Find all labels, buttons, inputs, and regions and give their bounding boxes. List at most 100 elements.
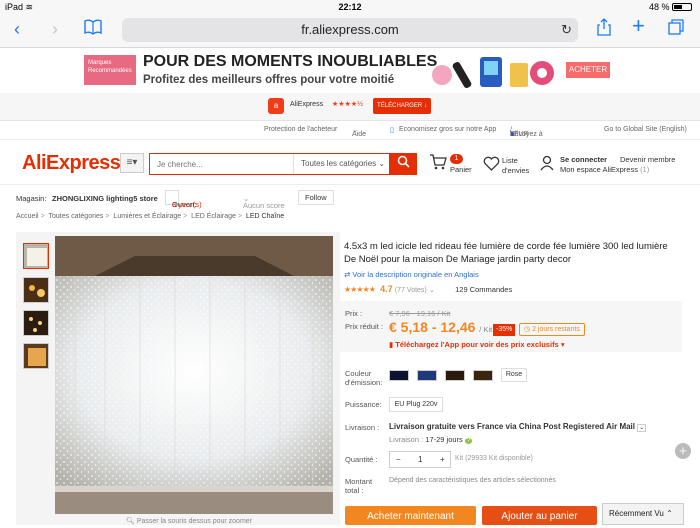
gallery-thumbnail[interactable] — [23, 310, 49, 336]
buy-now-button[interactable]: Acheter maintenant — [345, 506, 476, 525]
promo-banner[interactable]: Marques Recommandées POUR DES MOMENTS IN… — [0, 49, 700, 93]
floating-plus-icon[interactable]: + — [675, 443, 691, 459]
recently-viewed-button[interactable]: Récemment Vu ⌃ — [602, 503, 684, 525]
breadcrumb-item[interactable]: Lumières et Éclairage — [113, 213, 181, 220]
banner-products-image — [432, 57, 554, 89]
browser-toolbar: ‹ › fr.aliexpress.com ↻ + — [0, 14, 700, 48]
banner-buy-button[interactable]: ACHETER — [566, 62, 610, 78]
app-rating-stars: ★★★★½ — [332, 101, 363, 108]
quantity-label: Quantité : — [345, 455, 378, 464]
forward-icon[interactable]: › — [52, 18, 58, 40]
battery-indicator: 48 % — [649, 2, 692, 12]
sale-price-label: Prix réduit : — [345, 322, 383, 331]
clock-icon: ◷ — [524, 326, 531, 333]
ship-to-menu[interactable]: Envoyez à ■ / EUR ⌄ — [510, 126, 543, 138]
quantity-input[interactable]: 1 — [418, 455, 422, 464]
app-name: AliExpress — [290, 101, 324, 108]
breadcrumb: Accueil > Toutes catégories > Lumières et … — [16, 213, 285, 220]
search-box: Toutes les catégories ⌄ — [149, 153, 389, 175]
breadcrumb-item[interactable]: Accueil — [16, 213, 39, 220]
store-name-link[interactable]: ZHONGLIXING lighting5 store — [52, 194, 158, 203]
translate-icon: ⇄ — [344, 270, 351, 279]
rating-votes[interactable]: (77 Votes) — [395, 287, 427, 294]
join-link[interactable]: Devenir membre — [620, 155, 675, 165]
color-option-blue[interactable] — [389, 370, 409, 381]
site-header: AliExpress ≡▾ Toutes les catégories ⌄ 1 … — [0, 139, 700, 185]
reload-icon[interactable]: ↻ — [561, 18, 572, 42]
gallery-thumbnail[interactable] — [23, 243, 49, 269]
status-bar: iPad ≋ 22:12 48 % — [0, 0, 700, 14]
color-option-multi-blue[interactable] — [417, 370, 437, 381]
new-tab-icon[interactable]: + — [632, 15, 645, 37]
product-rating: ★★★★★ 4.7 (77 Votes) ⌄ 129 Commandes — [344, 284, 513, 294]
my-aliexpress-link[interactable]: Mon espace AliExpress (1) — [560, 165, 649, 175]
color-option-rose[interactable]: Rose — [501, 368, 527, 382]
follow-store-button[interactable]: Follow — [298, 190, 334, 205]
breadcrumb-item: LED Chaîne — [245, 213, 285, 220]
aliexpress-app-icon: a — [268, 98, 284, 114]
color-option-warm-dots[interactable] — [473, 370, 493, 381]
top-links-bar: Protection de l'acheteur Aide ⌄ ▯ Econom… — [0, 121, 700, 139]
view-original-description-link[interactable]: ⇄ Voir la description originale en Angla… — [344, 270, 479, 279]
quantity-decrease-button[interactable]: − — [396, 455, 401, 464]
search-input[interactable] — [150, 154, 292, 174]
app-exclusive-price-link[interactable]: ▮ Téléchargez l'App pour voir des prix e… — [389, 340, 565, 349]
power-option-eu-plug[interactable]: EU Plug 220v — [389, 397, 443, 412]
cart-icon[interactable] — [429, 154, 447, 175]
price-label: Prix : — [345, 309, 363, 318]
app-download-button[interactable]: TÉLÉCHARGER ↓ — [373, 98, 431, 114]
total-label: Montant total : — [345, 477, 373, 495]
shipping-label: Livraison : — [345, 423, 380, 432]
phone-icon: ▯ — [390, 127, 394, 134]
power-label: Puissance: — [345, 400, 382, 409]
quantity-increase-button[interactable]: + — [440, 455, 445, 464]
breadcrumb-item[interactable]: Toutes catégories — [49, 213, 104, 220]
app-download-bar: a AliExpress ★★★★½ TÉLÉCHARGER ↓ — [0, 93, 700, 121]
chevron-up-icon: ⌃ — [666, 509, 673, 518]
cart-label[interactable]: Panier — [450, 165, 472, 175]
gallery-thumbnail[interactable] — [23, 343, 49, 369]
store-bar: Magasin: ZHONGLIXING lighting5 store Ouv… — [0, 187, 700, 210]
color-label: Couleur d'émission: — [345, 369, 383, 387]
buyer-protection-link[interactable]: Protection de l'acheteur — [264, 126, 337, 133]
battery-icon — [672, 3, 692, 11]
back-icon[interactable]: ‹ — [14, 18, 20, 40]
url-text: fr.aliexpress.com — [301, 22, 399, 37]
shipping-method[interactable]: Livraison gratuite vers France via China… — [389, 422, 647, 432]
delivery-estimate: Livraison : 17-29 jours ? — [389, 435, 473, 444]
search-category-select[interactable]: Toutes les catégories ⌄ — [293, 154, 390, 174]
rating-score: 4.7 — [380, 284, 393, 294]
store-label: Magasin: — [16, 194, 47, 203]
address-bar[interactable]: fr.aliexpress.com ↻ — [122, 18, 578, 42]
zoom-hint: 🔍︎ Passer la souris dessus pour zoomer — [126, 518, 253, 525]
signin-link[interactable]: Se connecter — [560, 155, 607, 165]
total-note: Dépend des caractéristiques des articles… — [389, 477, 556, 484]
stock-availability: Kit (29933 Kit disponible) — [455, 455, 533, 462]
discount-badge: -35% — [493, 324, 516, 336]
help-menu[interactable]: Aide ⌄ — [352, 126, 366, 138]
product-main-image[interactable] — [55, 236, 333, 514]
aliexpress-logo[interactable]: AliExpress — [22, 152, 121, 175]
color-option-warm-white[interactable] — [445, 370, 465, 381]
gallery-thumbnail[interactable] — [23, 277, 49, 303]
bookmarks-icon[interactable] — [84, 18, 102, 40]
sale-price: € 5,18 - 12,46 / Kit — [389, 319, 493, 335]
product-title: 4.5x3 m led icicle led rideau fée lumièr… — [344, 241, 668, 265]
wishlist-link[interactable]: Liste d'envies — [502, 156, 529, 176]
banner-headline: POUR DES MOMENTS INOUBLIABLES — [143, 53, 438, 70]
user-icon[interactable] — [540, 155, 554, 176]
categories-menu-button[interactable]: ≡▾ — [120, 153, 144, 173]
tabs-icon[interactable] — [668, 18, 684, 40]
store-opened-badge: Ouvert: 3 year(s) — [165, 190, 202, 209]
global-site-link[interactable]: Go to Global Site (English) — [604, 126, 687, 133]
heart-icon[interactable] — [483, 156, 500, 176]
breadcrumb-item[interactable]: LED Éclairage — [191, 213, 236, 220]
share-icon[interactable] — [597, 18, 611, 41]
order-count: 129 Commandes — [455, 285, 513, 294]
app-savings-link[interactable]: Economisez gros sur notre App — [399, 126, 496, 133]
search-button[interactable] — [389, 153, 417, 175]
banner-subline: Profitez des meilleurs offres pour votre… — [143, 74, 395, 86]
search-icon — [397, 155, 410, 168]
add-to-cart-button[interactable]: Ajouter au panier — [482, 506, 597, 525]
store-score: Aucun score ⌄ — [243, 194, 285, 210]
